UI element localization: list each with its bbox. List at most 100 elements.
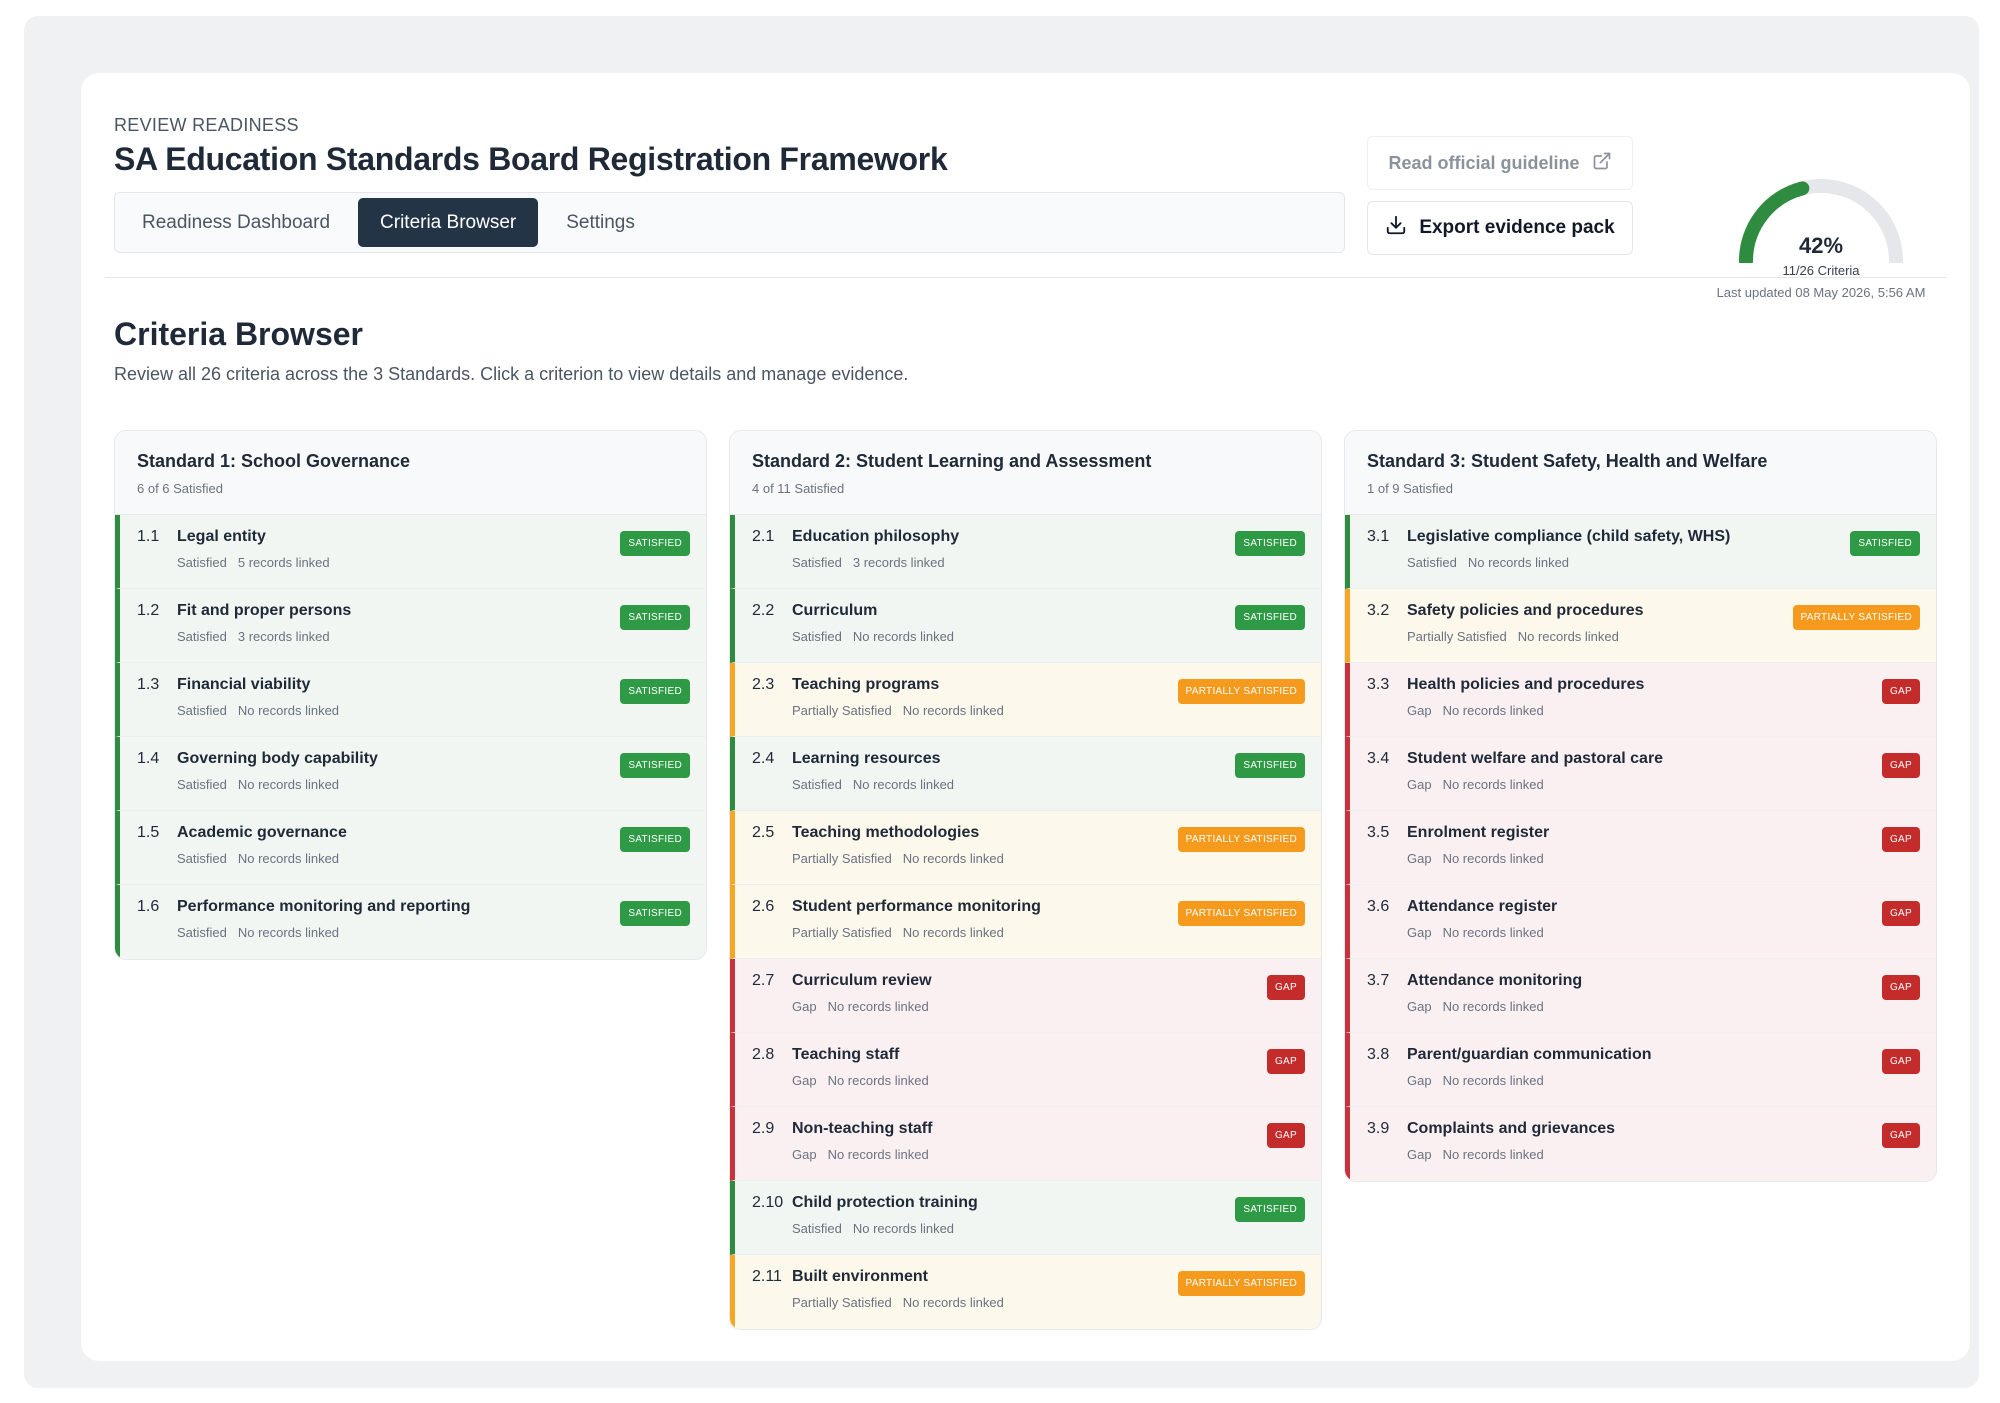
criterion-records: 3 records linked [237, 629, 330, 644]
standard-column-1: Standard 1: School Governance 6 of 6 Sat… [114, 430, 707, 960]
criterion-row[interactable]: 3.8 Parent/guardian communication Gap No re… [1345, 1033, 1936, 1107]
criterion-number: 1.5 [137, 824, 160, 841]
standard-summary: 1 of 9 Satisfied [1367, 481, 1453, 496]
criterion-records: No records linked [902, 1295, 1004, 1310]
criterion-status: Partially Satisfied [792, 703, 892, 718]
criterion-name: Attendance monitoring [1407, 972, 1583, 989]
criterion-row[interactable]: 2.8 Teaching staff Gap No records linked GAP [730, 1033, 1321, 1107]
criterion-number: 3.8 [1367, 1046, 1390, 1063]
criterion-status: Gap [792, 999, 817, 1014]
criterion-number: 2.4 [752, 750, 775, 767]
criterion-number: 2.7 [752, 972, 775, 989]
status-badge: GAP [1266, 1123, 1305, 1148]
criterion-row[interactable]: 1.5 Academic governance Satisfied No record… [115, 811, 706, 885]
criterion-name: Curriculum [792, 602, 878, 619]
criterion-row[interactable]: 2.7 Curriculum review Gap No records linked… [730, 959, 1321, 1033]
criterion-records: No records linked [1442, 777, 1544, 792]
criterion-records: No records linked [902, 703, 1004, 718]
export-evidence-button[interactable]: Export evidence pack [1367, 201, 1633, 255]
criterion-status: Satisfied [177, 555, 227, 570]
criterion-name: Child protection training [792, 1194, 978, 1211]
standard-column-2: Standard 2: Student Learning and Assessm… [729, 430, 1322, 1330]
criterion-row[interactable]: 2.6 Student performance monitoring Partial… [730, 885, 1321, 959]
standard-header: Standard 3: Student Safety, Health and W… [1345, 431, 1936, 515]
criterion-row[interactable]: 2.3 Teaching programs Partially Satisfied N… [730, 663, 1321, 737]
criterion-name: Enrolment register [1407, 824, 1550, 841]
criterion-status: Satisfied [792, 555, 842, 570]
main-card: REVIEW READINESS SA Education Standards … [81, 73, 1970, 1361]
standard-summary: 6 of 6 Satisfied [137, 481, 223, 496]
criterion-row[interactable]: 2.4 Learning resources Satisfied No records… [730, 737, 1321, 811]
status-badge: PARTIALLY SATISFIED [1177, 1271, 1305, 1296]
criterion-number: 1.3 [137, 676, 160, 693]
status-badge: SATISFIED [1235, 605, 1305, 630]
criterion-number: 3.9 [1367, 1120, 1390, 1137]
criterion-name: Learning resources [792, 750, 941, 767]
criterion-name: Academic governance [177, 824, 347, 841]
criterion-name: Performance monitoring and reporting [177, 898, 471, 915]
criterion-records: No records linked [1442, 703, 1544, 718]
criterion-status: Satisfied [177, 703, 227, 718]
status-badge: PARTIALLY SATISFIED [1177, 827, 1305, 852]
criterion-number: 2.11 [752, 1268, 782, 1285]
read-guideline-button[interactable]: Read official guideline [1367, 136, 1633, 190]
criteria-list: 1.1 Legal entity Satisfied 5 records linked… [115, 515, 706, 959]
criterion-row[interactable]: 1.1 Legal entity Satisfied 5 records linked… [115, 515, 706, 589]
standard-header: Standard 1: School Governance 6 of 6 Sat… [115, 431, 706, 515]
criterion-meta: Partially Satisfied No records linked [792, 925, 1004, 940]
external-link-icon [1592, 151, 1612, 176]
criterion-row[interactable]: 3.7 Attendance monitoring Gap No records li… [1345, 959, 1936, 1033]
criterion-number: 2.10 [752, 1194, 784, 1211]
criterion-row[interactable]: 3.6 Attendance register Gap No records link… [1345, 885, 1936, 959]
criterion-number: 3.5 [1367, 824, 1390, 841]
criterion-meta: Satisfied No records linked [177, 703, 339, 718]
criterion-row[interactable]: 3.3 Health policies and procedures Gap No r… [1345, 663, 1936, 737]
criterion-row[interactable]: 2.11 Built environment Partially Satisfied… [730, 1255, 1321, 1329]
criterion-status: Satisfied [177, 851, 227, 866]
criterion-status: Gap [1407, 925, 1432, 940]
criterion-row[interactable]: 2.2 Curriculum Satisfied No records linked S… [730, 589, 1321, 663]
criterion-meta: Satisfied No records linked [792, 1221, 954, 1236]
section-title: Criteria Browser [114, 316, 363, 352]
criterion-meta: Gap No records linked [1407, 925, 1544, 940]
criterion-row[interactable]: 1.4 Governing body capability Satisfied No … [115, 737, 706, 811]
standard-title: Standard 2: Student Learning and Assessm… [752, 451, 1152, 471]
tab-bar: Readiness Dashboard Criteria Browser Set… [114, 192, 1345, 253]
criterion-row[interactable]: 2.10 Child protection training Satisfied No… [730, 1181, 1321, 1255]
criterion-number: 1.1 [137, 528, 160, 545]
criterion-name: Legislative compliance (child safety, WH… [1407, 528, 1731, 545]
criterion-row[interactable]: 2.5 Teaching methodologies Partially Satis… [730, 811, 1321, 885]
criterion-meta: Satisfied No records linked [1407, 555, 1569, 570]
status-badge: PARTIALLY SATISFIED [1792, 605, 1920, 630]
criterion-status: Gap [792, 1073, 817, 1088]
criterion-row[interactable]: 1.6 Performance monitoring and reporting S… [115, 885, 706, 959]
criterion-number: 1.4 [137, 750, 160, 767]
criterion-row[interactable]: 3.2 Safety policies and procedures Partial… [1345, 589, 1936, 663]
criterion-records: No records linked [852, 629, 955, 644]
tab-readiness-dashboard[interactable]: Readiness Dashboard [120, 198, 352, 247]
criterion-name: Attendance register [1407, 898, 1558, 915]
criterion-row[interactable]: 1.2 Fit and proper persons Satisfied 3 reco… [115, 589, 706, 663]
criterion-name: Teaching programs [792, 676, 940, 693]
status-badge: GAP [1881, 827, 1920, 852]
criterion-records: No records linked [1442, 999, 1544, 1014]
criterion-records: No records linked [827, 1073, 929, 1088]
criterion-row[interactable]: 3.9 Complaints and grievances Gap No record… [1345, 1107, 1936, 1181]
criterion-status: Gap [1407, 851, 1432, 866]
tab-criteria-browser[interactable]: Criteria Browser [358, 198, 539, 247]
criterion-row[interactable]: 1.3 Financial viability Satisfied No record… [115, 663, 706, 737]
criterion-status: Satisfied [792, 777, 842, 792]
download-icon [1385, 214, 1407, 242]
criterion-row[interactable]: 3.4 Student welfare and pastoral care Gap N… [1345, 737, 1936, 811]
criterion-name: Legal entity [177, 528, 266, 545]
standard-column-3: Standard 3: Student Safety, Health and W… [1344, 430, 1937, 1182]
criterion-number: 3.3 [1367, 676, 1390, 693]
criterion-row[interactable]: 2.1 Education philosophy Satisfied 3 record… [730, 515, 1321, 589]
criterion-row[interactable]: 2.9 Non-teaching staff Gap No records linke… [730, 1107, 1321, 1181]
status-badge: SATISFIED [620, 827, 690, 852]
criterion-name: Safety policies and procedures [1407, 602, 1644, 619]
criterion-row[interactable]: 3.5 Enrolment register Gap No records linke… [1345, 811, 1936, 885]
criterion-row[interactable]: 3.1 Legislative compliance (child safety,… [1345, 515, 1936, 589]
tab-settings[interactable]: Settings [544, 198, 657, 247]
criterion-name: Financial viability [177, 676, 311, 693]
